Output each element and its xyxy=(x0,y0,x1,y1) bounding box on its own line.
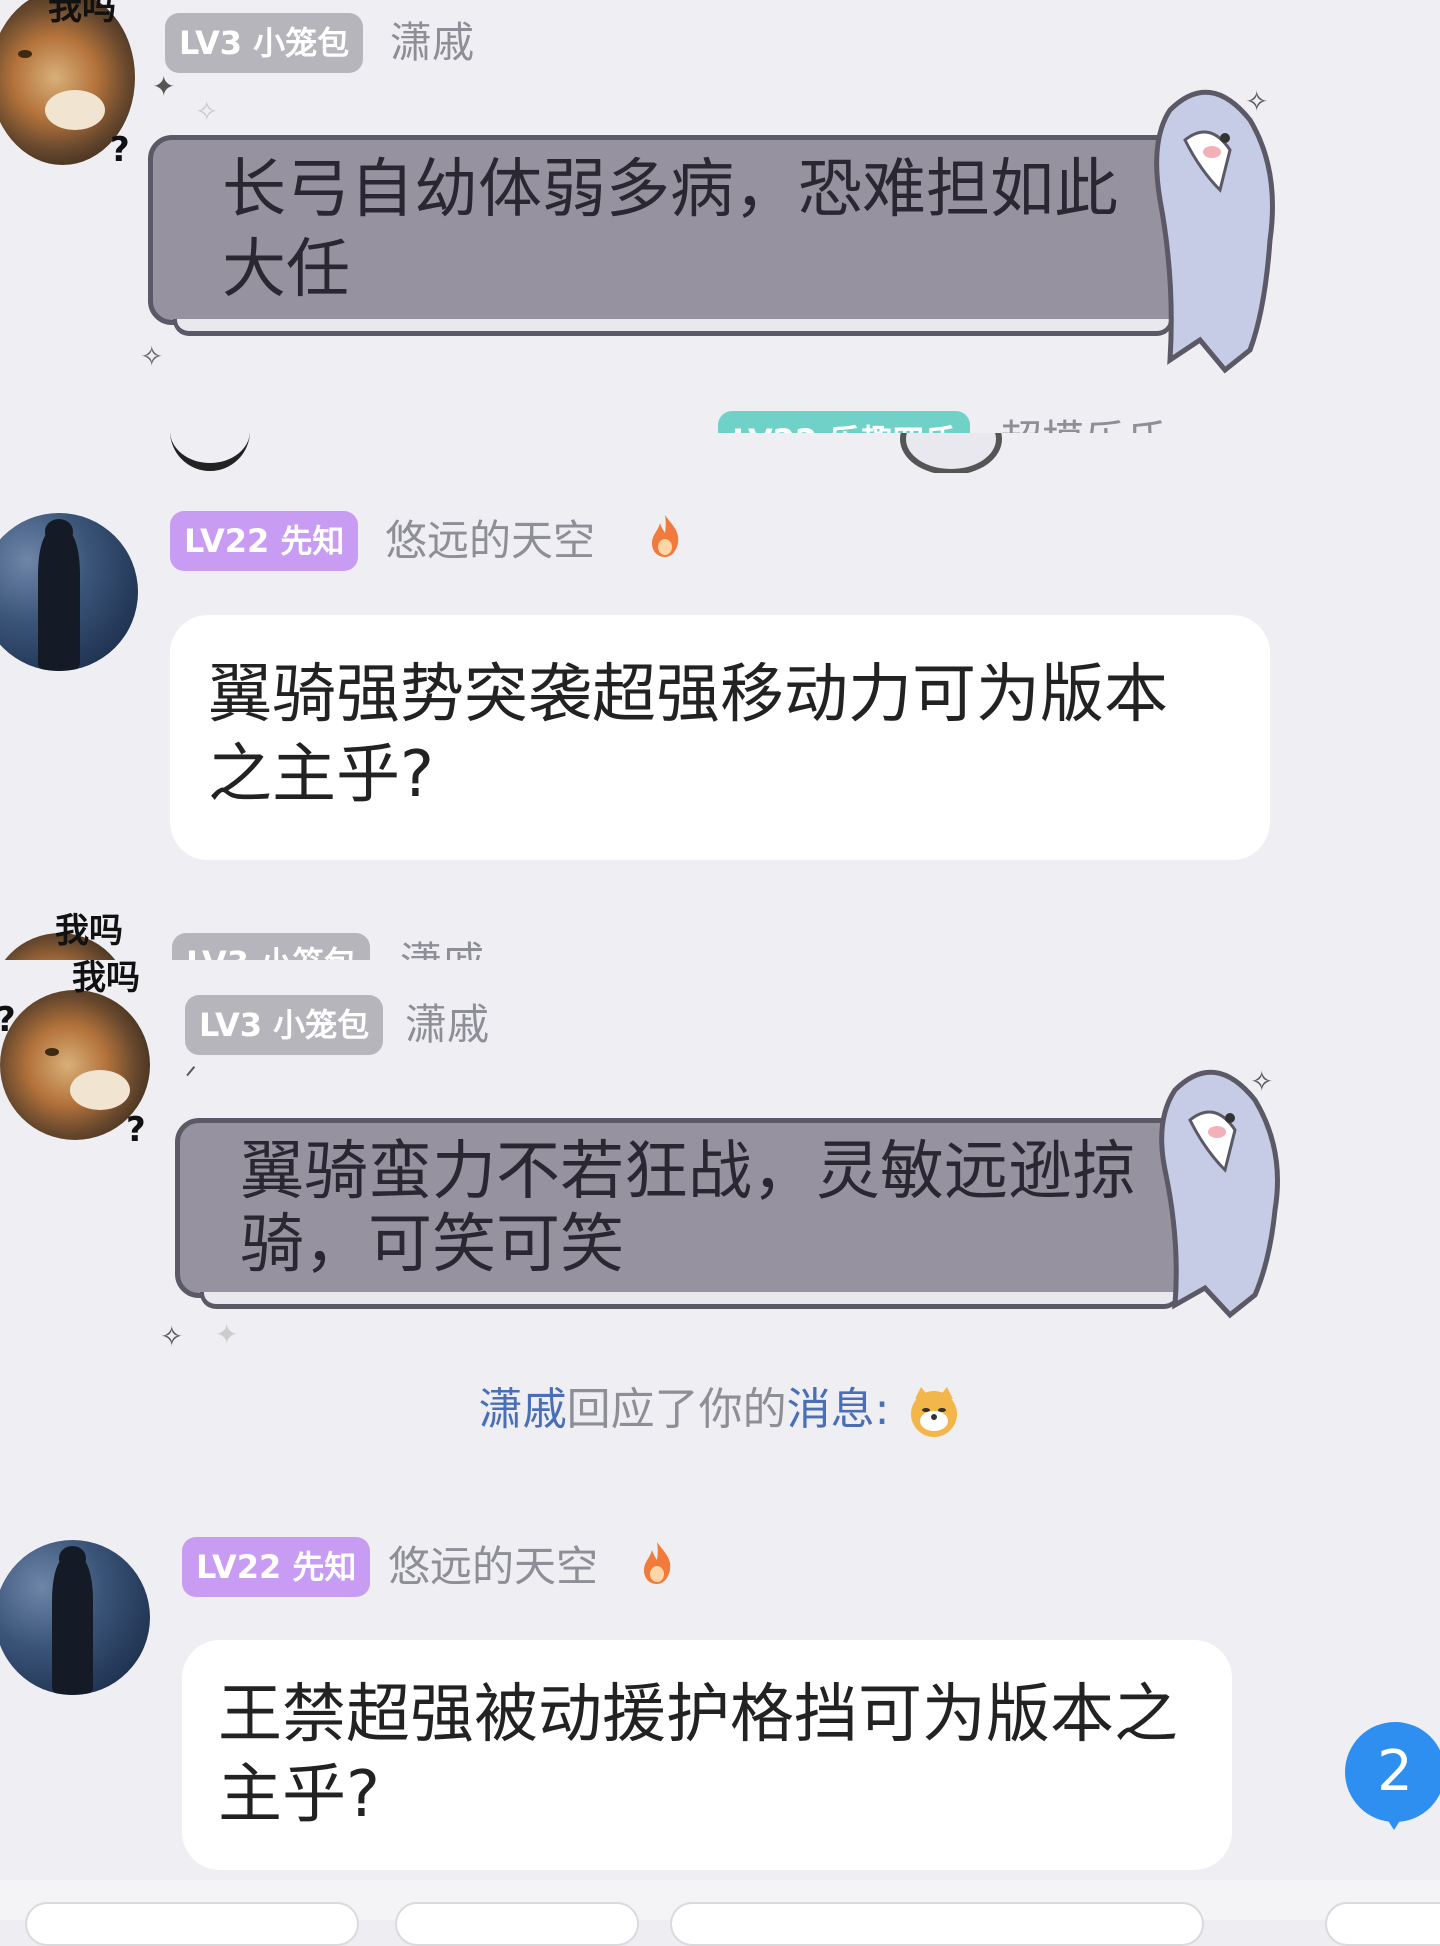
sparkle-icon: ✧ xyxy=(195,95,219,128)
message-text-line1: 翼骑强势突袭超强移动力可为版本 xyxy=(208,658,1168,732)
notice-user-link[interactable]: 潇戚 xyxy=(479,1384,567,1435)
message-text-line1: 翼骑蛮力不若狂战，灵敏远逊掠 xyxy=(240,1135,1136,1209)
screenshot-panel-1: 我吗 ? LV3 小笼包 潇戚 ✦ ✧ ✧ ✧ 长弓自幼体弱多病，恐难担如此 大… xyxy=(0,0,1440,433)
level-badge: LV22 先知 xyxy=(182,1537,371,1597)
sparkle-icon: ✧ xyxy=(140,340,164,373)
doodle-question-mark: ? xyxy=(0,1000,16,1040)
doodle-question-mark: ? xyxy=(126,1110,146,1150)
username[interactable]: 潇戚 xyxy=(405,995,489,1055)
bubble-rim xyxy=(200,1292,1180,1309)
bubble-rim xyxy=(173,319,1173,336)
level-badge: LV22 乐趣四氏 xyxy=(718,411,971,433)
message-text-line2: 主乎? xyxy=(218,1758,380,1832)
sparkle-icon: ✧ xyxy=(160,1320,184,1353)
sparkle-icon: ✦ xyxy=(152,70,176,103)
username[interactable]: 悠远的天空 xyxy=(385,511,595,571)
bottom-toolbar xyxy=(0,1880,1440,1946)
avatar-doodle-text: 我吗 xyxy=(48,0,116,28)
toolbar-pill[interactable] xyxy=(670,1902,1204,1946)
screenshot-panel-3: 我吗 ? ? LV3 小笼包 潇戚 ᐟ ✧ ✦ ✧ 翼骑蛮力不若狂战，灵敏远逊掠… xyxy=(0,960,1440,1920)
toolbar-pill[interactable] xyxy=(25,1902,359,1946)
user-avatar[interactable] xyxy=(0,1540,150,1695)
notice-text: 回应了你的 xyxy=(566,1384,787,1435)
sparkle-icon: ᐟ xyxy=(185,1060,197,1093)
toolbar-pill[interactable] xyxy=(1325,1902,1440,1946)
partial-previous-content xyxy=(0,433,1440,473)
username[interactable]: 潇戚 xyxy=(390,13,474,73)
doodle-question-mark: ? xyxy=(110,130,130,170)
screenshot-panel-2: LV22 先知 悠远的天空 翼骑强势突袭超强移动力可为版本 之主乎? 我吗 LV… xyxy=(0,433,1440,960)
avatar-doodle-text: 我吗 xyxy=(72,960,140,998)
unread-button-tail xyxy=(1380,1808,1408,1830)
message-text-line2: 之主乎? xyxy=(208,738,434,812)
message-text-line1: 王禁超强被动援护格挡可为版本之 xyxy=(218,1678,1178,1752)
shark-sticker-icon xyxy=(1159,1069,1280,1319)
toolbar-pill[interactable] xyxy=(395,1902,639,1946)
shark-sticker-icon xyxy=(1154,89,1275,374)
username: 超模乐氏 xyxy=(1000,411,1168,433)
message-text-line2: 大任 xyxy=(222,233,350,307)
username[interactable]: 悠远的天空 xyxy=(388,1537,598,1597)
dog-emoji-icon xyxy=(911,1387,958,1437)
reaction-notice[interactable]: 潇戚回应了你的消息: xyxy=(0,1380,1440,1440)
notice-colon: : xyxy=(874,1384,890,1435)
message-text-line1: 长弓自幼体弱多病，恐难担如此 xyxy=(222,153,1118,227)
flame-icon xyxy=(644,1542,671,1584)
partial-next-message: LV22 乐趣四氏 超模乐氏 xyxy=(0,405,1440,433)
level-badge: LV3 小笼包 xyxy=(165,13,364,73)
level-badge: LV22 先知 xyxy=(170,511,359,571)
message-text-line2: 骑，可笑可笑 xyxy=(240,1208,624,1282)
sparkle-icon: ✦ xyxy=(215,1318,239,1351)
notice-message-link[interactable]: 消息 xyxy=(787,1384,875,1435)
level-badge: LV3 小笼包 xyxy=(185,995,384,1055)
unread-count-button[interactable]: 2 xyxy=(1345,1722,1440,1822)
partial-next-message: 我吗 LV3 小笼包 潇戚 xyxy=(0,903,1440,960)
flame-icon xyxy=(652,515,679,557)
user-avatar[interactable] xyxy=(0,513,138,671)
